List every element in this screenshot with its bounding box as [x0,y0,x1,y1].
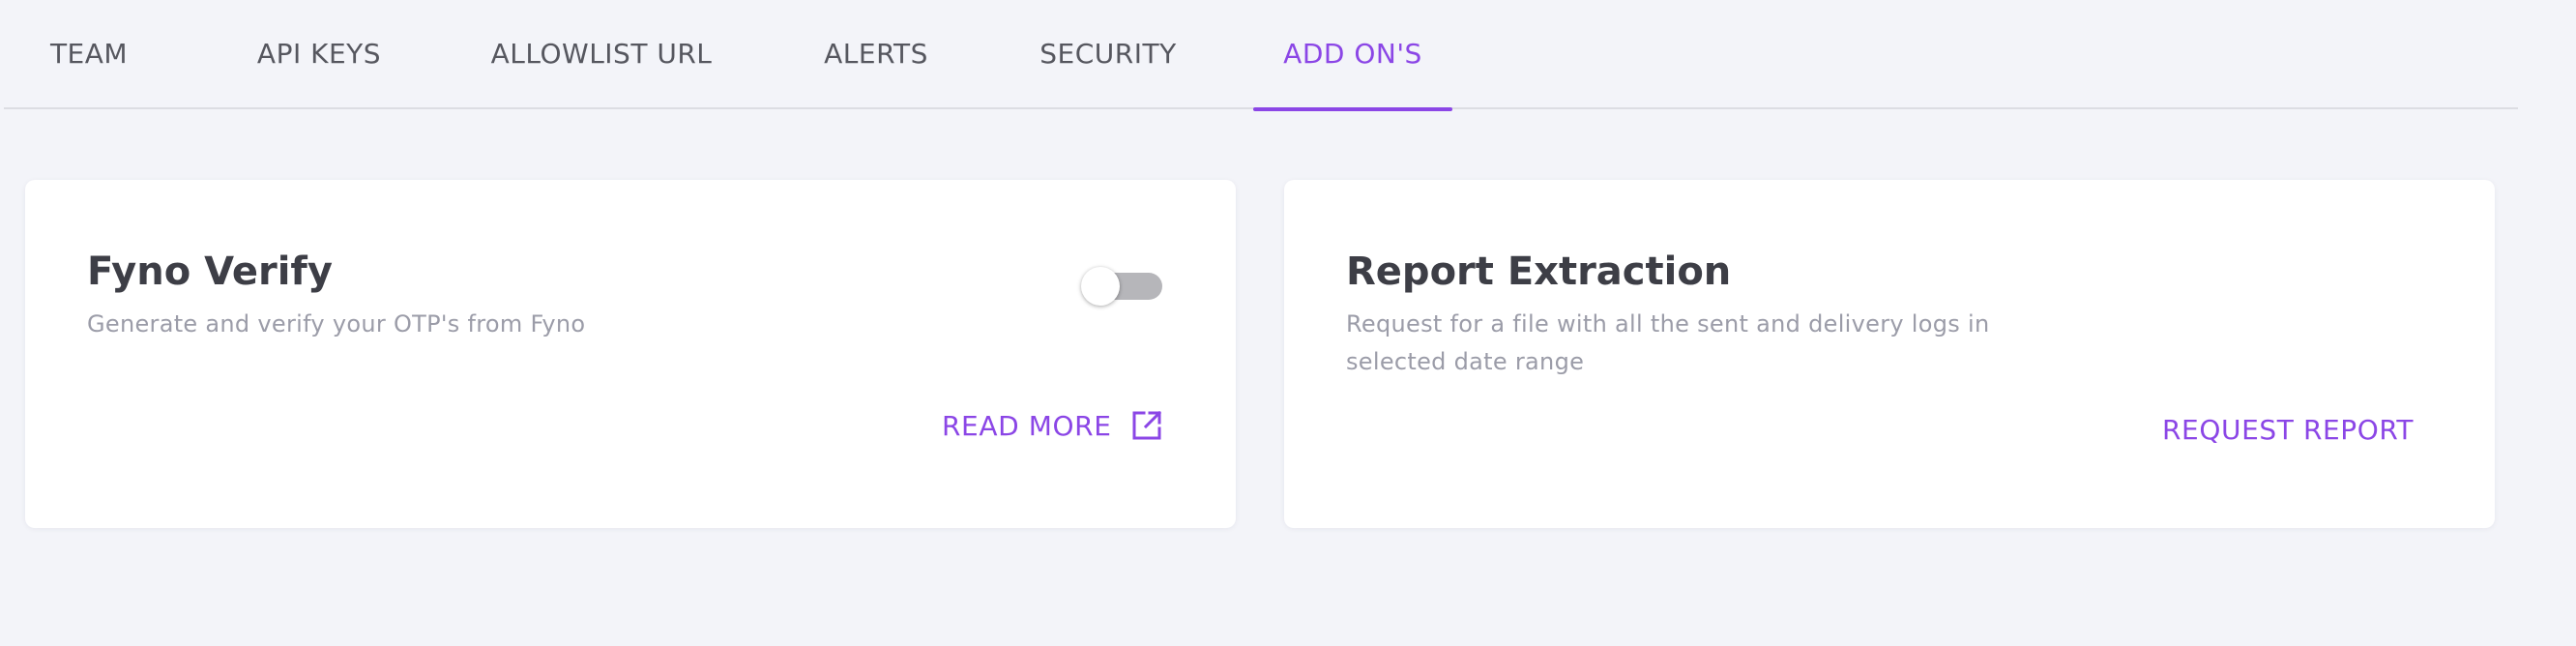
fyno-verify-title: Fyno Verify [87,250,333,294]
tab-api-keys-label: API KEYS [256,37,382,70]
tab-allowlist-url[interactable]: ALLOWLIST URL [468,0,735,109]
report-extraction-card: Report Extraction Request for a file wit… [1284,180,2495,528]
tab-team[interactable]: TEAM [4,0,174,109]
read-more-link[interactable]: READ MORE [942,408,1164,443]
toggle-knob [1081,267,1120,306]
tab-add-ons[interactable]: ADD ON'S [1253,0,1452,111]
fyno-verify-description: Generate and verify your OTP's from Fyno [87,310,586,338]
external-link-icon [1129,408,1164,443]
tab-add-ons-label: ADD ON'S [1283,37,1422,70]
fyno-verify-card: Fyno Verify Generate and verify your OTP… [25,180,1236,528]
tab-team-label: TEAM [49,37,129,70]
tab-alerts[interactable]: ALERTS [799,0,953,109]
fyno-verify-toggle[interactable] [1081,265,1164,308]
tab-alerts-label: ALERTS [824,37,928,70]
settings-page: TEAM API KEYS ALLOWLIST URL ALERTS SECUR… [0,0,2576,646]
request-report-label: REQUEST REPORT [2162,414,2415,446]
read-more-label: READ MORE [942,409,1112,442]
tab-security[interactable]: SECURITY [1021,0,1195,109]
tab-security-label: SECURITY [1039,37,1177,70]
report-extraction-description: Request for a file with all the sent and… [1346,310,1990,375]
tab-allowlist-url-label: ALLOWLIST URL [490,37,713,70]
report-extraction-title: Report Extraction [1346,250,1732,294]
settings-tabs: TEAM API KEYS ALLOWLIST URL ALERTS SECUR… [4,0,2518,111]
tab-api-keys[interactable]: API KEYS [232,0,406,109]
request-report-link[interactable]: REQUEST REPORT [2162,414,2414,446]
